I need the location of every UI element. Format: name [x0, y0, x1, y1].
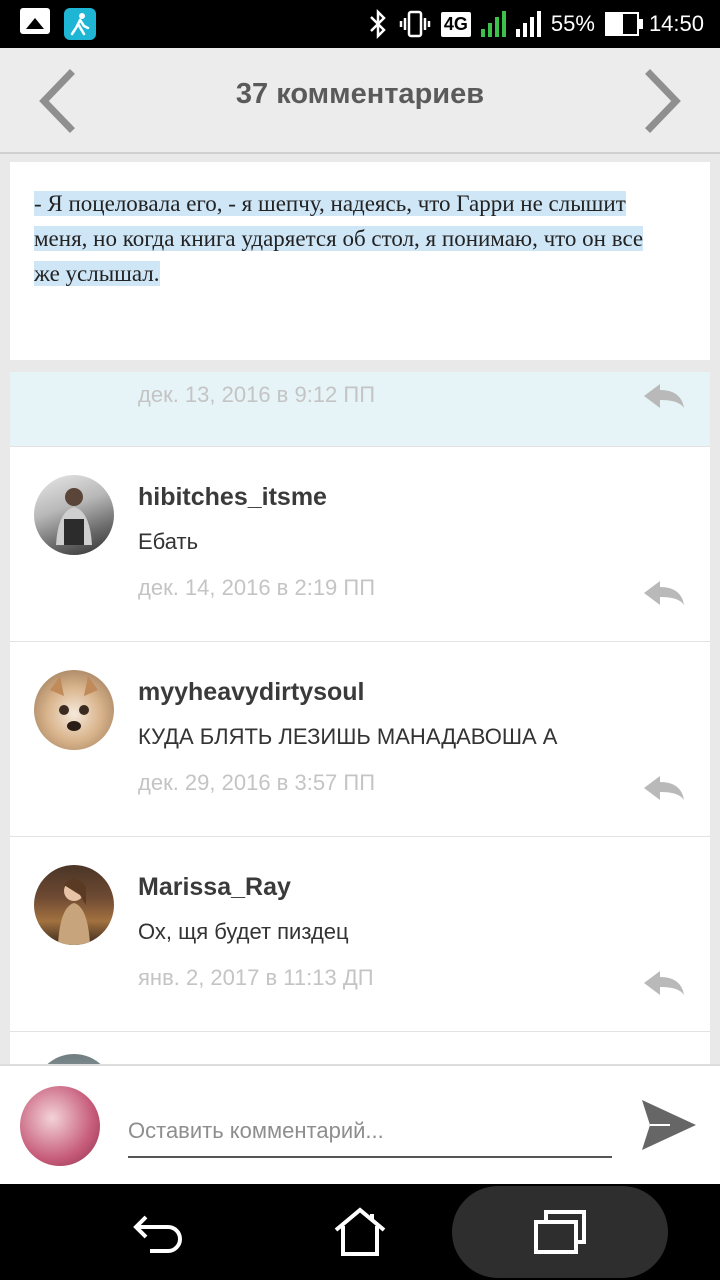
comment-item	[10, 1031, 710, 1064]
clock: 14:50	[648, 11, 704, 36]
comment-date: дек. 29, 2016 в 3:57 ПП	[138, 770, 376, 795]
gallery-notification-icon	[20, 8, 50, 34]
comment-compose-bar	[0, 1064, 720, 1186]
quote-card: - Я поцеловала его, - я шепчу, надеясь, …	[10, 162, 710, 360]
quote-highlight[interactable]: - Я поцеловала его, - я шепчу, надеясь, …	[34, 191, 644, 286]
avatar[interactable]	[34, 1054, 114, 1064]
reply-icon[interactable]	[642, 969, 686, 997]
system-navigation-bar	[0, 1184, 720, 1280]
signal-sim1-icon	[480, 11, 506, 37]
comment-date: дек. 14, 2016 в 2:19 ПП	[138, 575, 376, 600]
system-back-button[interactable]	[100, 1184, 220, 1280]
chevron-right-icon	[645, 69, 681, 133]
bluetooth-icon	[369, 9, 386, 39]
comment-username[interactable]: myyheavydirtysoul	[138, 678, 365, 707]
system-recents-button[interactable]	[500, 1184, 620, 1280]
comment-text: КУДА БЛЯТЬ ЛЕЗИШЬ МАНАДАВОША А	[138, 724, 558, 749]
quote-text: - Я поцеловала его, - я шепчу, надеясь, …	[34, 186, 644, 291]
comment-text: Ох, щя будет пиздец	[138, 919, 349, 944]
reply-icon[interactable]	[642, 774, 686, 802]
battery-percent: 55%	[550, 11, 595, 36]
status-bar: 4G 55% 14:50	[0, 0, 720, 48]
comment-date: дек. 13, 2016 в 9:12 ПП	[138, 382, 376, 407]
comment-date: янв. 2, 2017 в 11:13 ДП	[138, 965, 374, 990]
avatar[interactable]	[34, 670, 114, 750]
comments-list[interactable]: дек. 13, 2016 в 9:12 ПП hibitches_itsme …	[10, 372, 710, 1064]
battery-icon	[604, 12, 643, 36]
avatar[interactable]	[34, 475, 114, 555]
page-title: 37 комментариев	[235, 78, 485, 110]
comment-item: Marissa_Ray Ох, щя будет пиздец янв. 2, …	[10, 836, 710, 1031]
vibrate-icon	[399, 10, 431, 38]
comment-text: Ебать	[138, 529, 199, 554]
back-arrow-icon	[133, 1215, 182, 1253]
fitness-app-notification-icon	[64, 8, 96, 40]
avatar[interactable]	[34, 865, 114, 945]
system-home-button[interactable]	[300, 1184, 420, 1280]
comment-item: myyheavydirtysoul КУДА БЛЯТЬ ЛЕЗИШЬ МАНА…	[10, 641, 710, 836]
send-icon[interactable]	[640, 1098, 698, 1152]
network-type-badge: 4G	[440, 11, 471, 37]
comment-item: hibitches_itsme Ебать дек. 14, 2016 в 2:…	[10, 446, 710, 641]
comment-input[interactable]	[128, 1106, 612, 1158]
home-icon	[334, 1207, 386, 1256]
app-header: 37 комментариев	[0, 48, 720, 154]
next-button[interactable]	[634, 66, 690, 136]
signal-sim2-icon	[515, 11, 541, 37]
reply-icon[interactable]	[642, 579, 686, 607]
comment-item: дек. 13, 2016 в 9:12 ПП	[10, 372, 710, 446]
reply-icon[interactable]	[642, 382, 686, 410]
comment-username[interactable]: Marissa_Ray	[138, 873, 291, 902]
current-user-avatar[interactable]	[20, 1086, 100, 1166]
recent-apps-icon	[534, 1210, 586, 1254]
comment-username[interactable]: hibitches_itsme	[138, 483, 327, 512]
